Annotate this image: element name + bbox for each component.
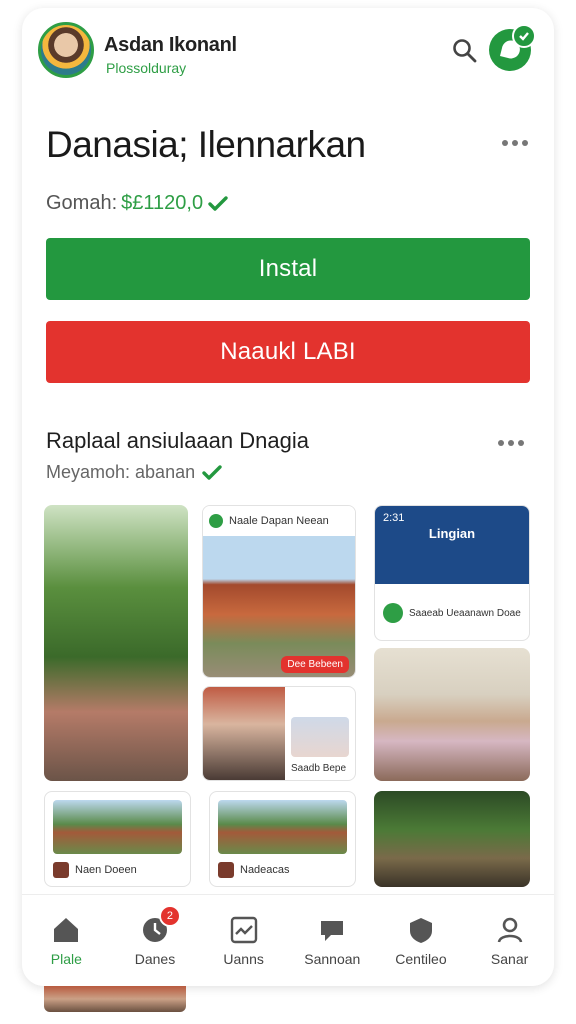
nav-item-label: Plale — [50, 950, 82, 967]
tile-row: Saaeab Ueaanawn Doae — [375, 584, 529, 640]
more-options-icon[interactable] — [500, 136, 530, 150]
shield-icon — [409, 917, 432, 943]
person-icon — [497, 917, 522, 943]
nav-item-label: Uanns — [223, 950, 264, 967]
tile-caption-row: Nadeacas — [210, 854, 355, 886]
tile-row-label: Saaeab Ueaanawn Doae — [409, 607, 521, 619]
tile-thumbnail — [291, 717, 349, 757]
tile-caption: Naen Doeen — [75, 864, 137, 876]
nav-item-uanns[interactable]: Uanns — [204, 915, 284, 967]
section-title: Raplaal ansiulaaan Dnagia — [46, 428, 309, 453]
price-value: $£1120,0 — [121, 192, 204, 214]
tile-image — [218, 800, 347, 854]
install-button[interactable]: Instal — [46, 238, 530, 300]
screenshot-tile[interactable]: Saadb Bepe — [202, 686, 356, 781]
screenshot-tile[interactable]: Nadeacas — [209, 791, 356, 887]
tile-caption-area: Saadb Bepe — [285, 687, 355, 780]
screenshot-tile[interactable] — [374, 791, 530, 887]
tile-app-icon — [218, 862, 234, 878]
tile-caption-row: Naen Doeen — [45, 854, 190, 886]
section-subtitle-row: Meyamoh: abanan — [46, 462, 223, 483]
tile-caption: Nadeacas — [240, 864, 290, 876]
home-icon — [54, 917, 79, 942]
chat-icon[interactable] — [486, 22, 538, 74]
screenshot-tile-group: Naen Doeen Nadeacas — [44, 791, 356, 887]
tile-header: Naale Dapan Neean — [203, 506, 355, 536]
tile-header-label: Naale Dapan Neean — [229, 515, 329, 527]
section-subtitle: Meyamoh: abanan — [46, 462, 196, 482]
nav-item-centileo[interactable]: Centileo — [381, 915, 461, 967]
tile-app-icon — [53, 862, 69, 878]
check-icon — [202, 464, 222, 480]
tile-image — [53, 800, 182, 854]
brand-subtitle: Plossolduray — [106, 60, 187, 76]
tile-avatar-icon — [209, 514, 223, 528]
chat-bubble-icon — [321, 920, 344, 941]
nav-item-danes[interactable]: 2 Danes — [115, 904, 195, 967]
brand-name: Asdan Ikonanl — [104, 34, 237, 56]
notification-badge: 2 — [158, 904, 181, 927]
screenshot-tile[interactable]: Naen Doeen — [44, 791, 191, 887]
nav-item-label: Sanar — [490, 950, 529, 967]
background-screenshot-peek — [44, 986, 186, 1012]
price-row: Gomah: $£1120,0 — [46, 192, 229, 215]
tile-avatar-icon — [383, 603, 403, 623]
nav-item-home[interactable]: Plale — [26, 915, 106, 967]
avatar[interactable] — [38, 22, 94, 78]
nav-item-sanar[interactable]: Sanar — [470, 915, 550, 967]
nav-item-label: Sannoan — [304, 950, 361, 967]
tile-image — [203, 687, 285, 780]
tile-heading: Lingian — [428, 526, 476, 541]
search-icon[interactable] — [450, 36, 480, 66]
nav-item-label: Centileo — [395, 950, 447, 967]
bottom-nav: Plale 2 Danes Uanns Sannoan Centileo San… — [22, 894, 554, 986]
tile-caption: Saadb Bepe — [291, 763, 347, 774]
price-label: Gomah: — [46, 192, 118, 214]
app-card: Asdan Ikonanl Plossolduray Danasia; Ilen… — [22, 8, 554, 986]
screenshot-tile[interactable] — [374, 648, 530, 781]
app-header: Asdan Ikonanl Plossolduray — [38, 22, 538, 86]
nav-item-sannoan[interactable]: Sannoan — [292, 915, 372, 967]
nav-item-label: Danes — [134, 950, 176, 967]
tile-image: Dee Bebeen — [203, 536, 355, 677]
screenshot-tile[interactable]: 2:31 Lingian Saaeab Ueaanawn Doae — [374, 505, 530, 641]
screenshot-tile[interactable]: Naale Dapan Neean Dee Bebeen — [202, 505, 356, 678]
more-options-icon[interactable] — [496, 436, 526, 450]
tile-time: 2:31 — [383, 512, 405, 524]
screenshot-tile[interactable] — [44, 505, 188, 781]
tile-pill: Dee Bebeen — [281, 656, 349, 673]
app-title: Danasia; Ilennarkan — [46, 124, 366, 165]
tile-banner: 2:31 Lingian — [375, 506, 529, 584]
chart-icon — [230, 916, 257, 943]
check-icon — [208, 195, 228, 211]
secondary-action-button[interactable]: Naaukl LABI — [46, 321, 530, 383]
